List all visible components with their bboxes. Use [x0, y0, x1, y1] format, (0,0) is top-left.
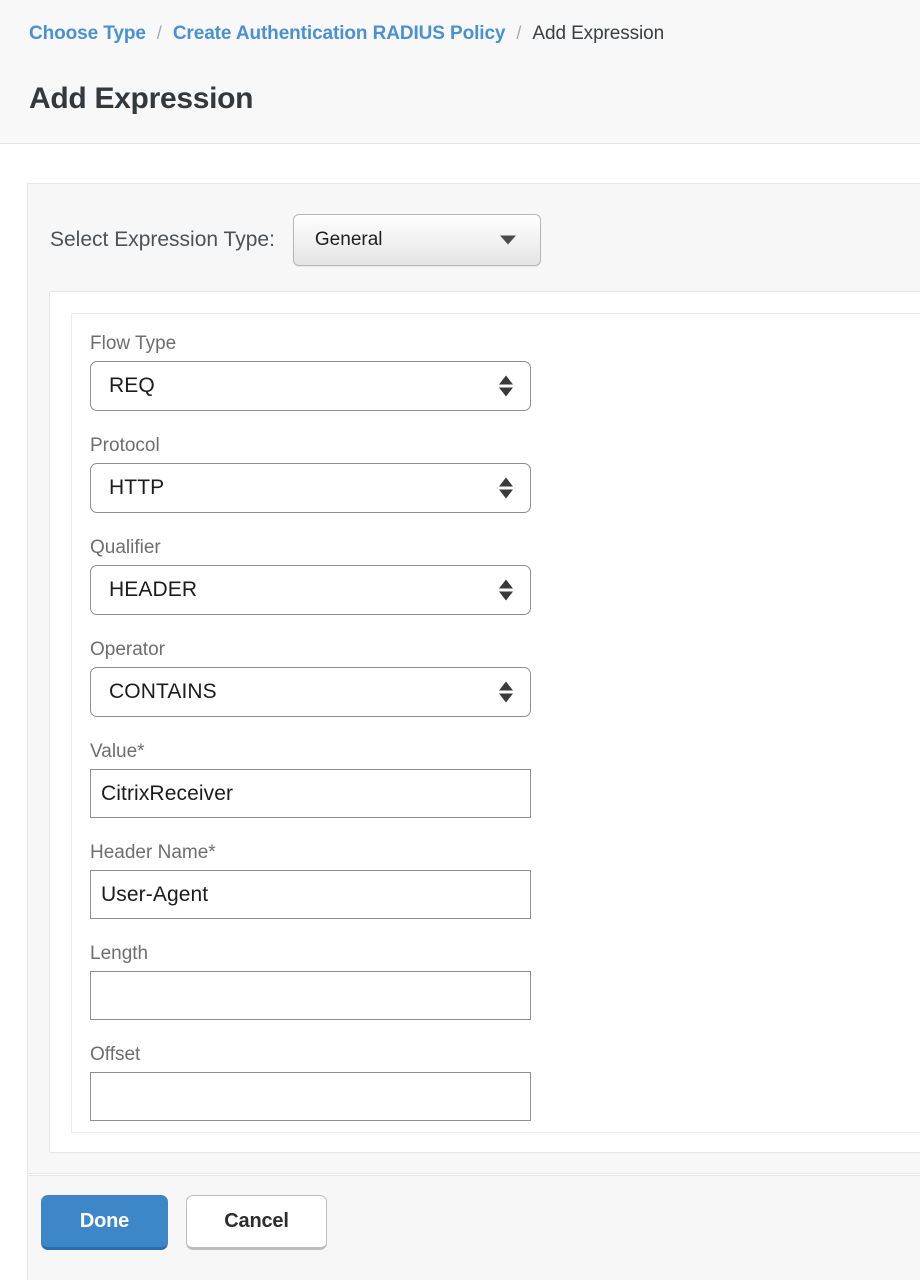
field-offset: Offset [90, 1043, 531, 1121]
field-value: Value* CitrixReceiver [90, 740, 531, 818]
add-expression-page: Choose Type / Create Authentication RADI… [0, 0, 920, 1280]
breadcrumb-item-add-expression: Add Expression [532, 23, 665, 44]
qualifier-value: HEADER [109, 578, 198, 601]
flow-type-value: REQ [109, 374, 155, 397]
field-label-flow-type: Flow Type [90, 333, 177, 354]
breadcrumb-separator-2: / [516, 23, 522, 43]
flow-type-select[interactable]: REQ [90, 361, 531, 411]
breadcrumb: Choose Type / Create Authentication RADI… [29, 20, 664, 47]
expression-type-select[interactable]: General [292, 214, 541, 266]
field-header-name: Header Name* User-Agent [90, 841, 531, 919]
value-input[interactable]: CitrixReceiver [90, 769, 531, 818]
breadcrumb-item-create-authentication-radius-policy[interactable]: Create Authentication RADIUS Policy [173, 21, 506, 47]
field-qualifier: Qualifier HEADER [90, 536, 531, 615]
field-operator: Operator CONTAINS [90, 638, 531, 717]
field-label-header-name: Header Name* [90, 842, 216, 863]
qualifier-select[interactable]: HEADER [90, 565, 531, 615]
field-label-offset: Offset [90, 1044, 141, 1065]
footer-bar: Done Cancel [27, 1175, 920, 1280]
expression-type-row: Select Expression Type: General [50, 214, 541, 266]
expression-type-value: General [314, 229, 383, 250]
field-label-length: Length [90, 943, 149, 964]
value-input-text: CitrixReceiver [101, 781, 234, 805]
spinner-arrows-icon [499, 477, 513, 499]
protocol-select[interactable]: HTTP [90, 463, 531, 513]
length-input[interactable] [90, 971, 531, 1020]
field-label-protocol: Protocol [90, 435, 160, 456]
spinner-arrows-icon [499, 579, 513, 601]
offset-input[interactable] [90, 1072, 531, 1121]
expression-type-label: Select Expression Type: [50, 228, 275, 251]
field-label-operator: Operator [90, 639, 165, 660]
header-name-input[interactable]: User-Agent [90, 870, 531, 919]
page-title: Add Expression [29, 82, 254, 115]
spinner-arrows-icon [499, 375, 513, 397]
field-length: Length [90, 942, 531, 1020]
expression-fields-box: Flow Type REQ Protocol HTTP Qualifier HE… [71, 313, 920, 1133]
footer-button-row: Done Cancel [41, 1195, 327, 1250]
done-button[interactable]: Done [41, 1195, 168, 1250]
header-name-input-text: User-Agent [101, 882, 209, 906]
field-label-value: Value* [90, 741, 145, 762]
spinner-arrows-icon [499, 681, 513, 703]
operator-value: CONTAINS [109, 680, 217, 703]
protocol-value: HTTP [109, 476, 165, 499]
field-label-qualifier: Qualifier [90, 537, 161, 558]
breadcrumb-separator-1: / [156, 23, 162, 43]
breadcrumb-item-choose-type[interactable]: Choose Type [29, 21, 146, 47]
chevron-down-icon [499, 235, 516, 245]
field-protocol: Protocol HTTP [90, 434, 531, 513]
expression-panel: Select Expression Type: General Flow Typ… [27, 183, 920, 1174]
page-header: Choose Type / Create Authentication RADI… [0, 0, 920, 144]
cancel-button[interactable]: Cancel [186, 1195, 327, 1250]
field-flow-type: Flow Type REQ [90, 332, 531, 411]
expression-fields-panel: Flow Type REQ Protocol HTTP Qualifier HE… [49, 291, 920, 1153]
operator-select[interactable]: CONTAINS [90, 667, 531, 717]
